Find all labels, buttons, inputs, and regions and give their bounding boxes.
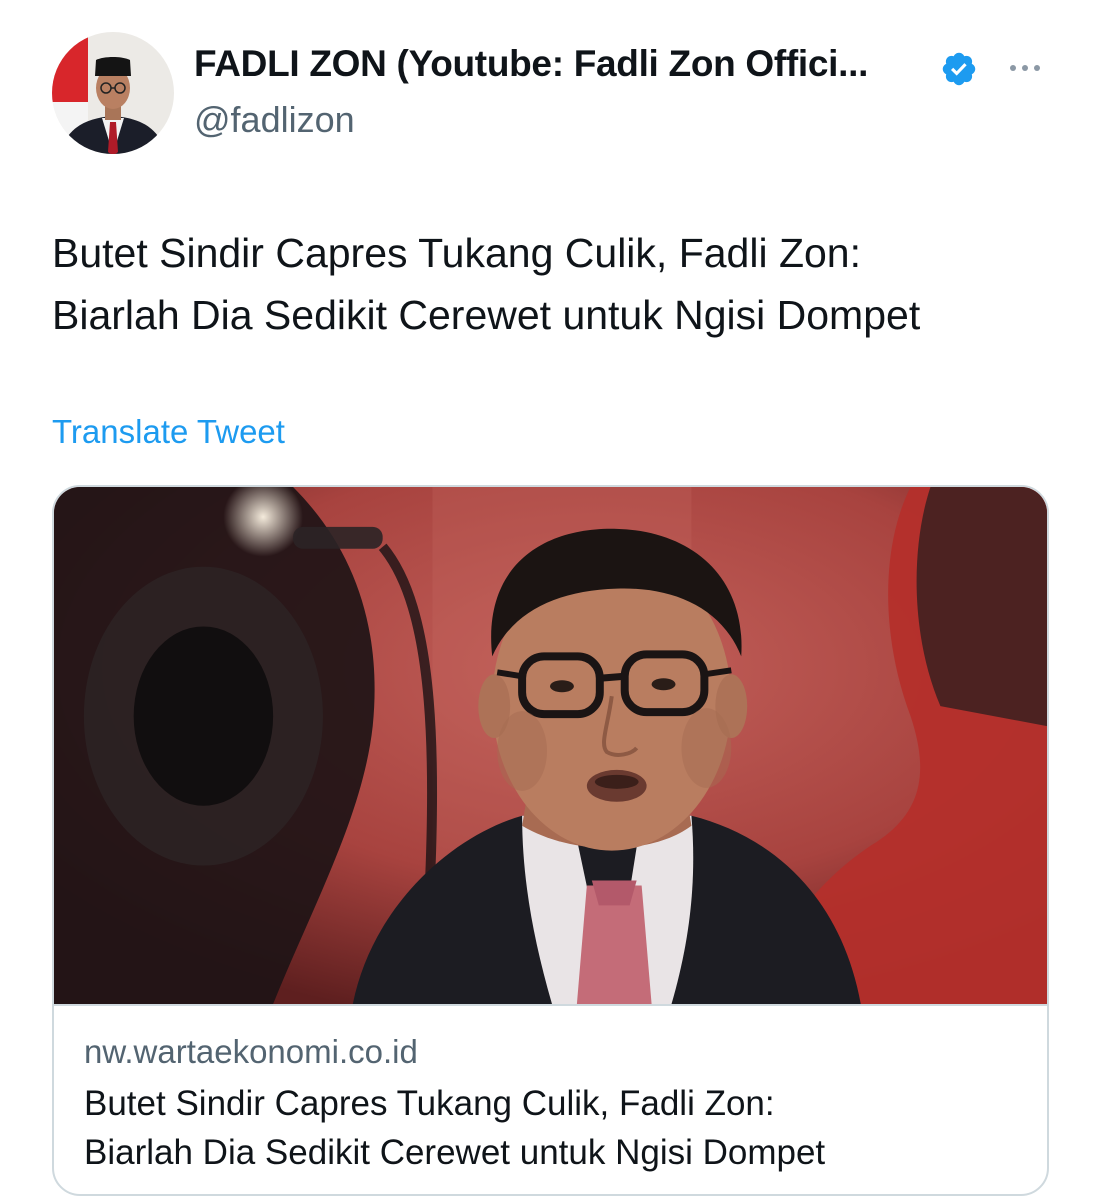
link-card-title: Butet Sindir Capres Tukang Culik, Fadli … xyxy=(84,1079,825,1177)
tweet-text-line: Biarlah Dia Sedikit Cerewet untuk Ngisi … xyxy=(52,292,921,338)
tweet-text-line: Butet Sindir Capres Tukang Culik, Fadli … xyxy=(52,230,861,276)
tweet-text: Butet Sindir Capres Tukang Culik, Fadli … xyxy=(52,222,1062,346)
avatar-photo xyxy=(52,32,174,154)
author-avatar[interactable] xyxy=(52,32,174,154)
verified-badge-icon xyxy=(940,50,978,88)
translate-tweet-link[interactable]: Translate Tweet xyxy=(52,413,285,451)
link-card-title-line: Butet Sindir Capres Tukang Culik, Fadli … xyxy=(84,1084,775,1123)
link-card-domain: nw.wartaekonomi.co.id xyxy=(84,1033,418,1070)
author-display-name[interactable]: FADLI ZON (Youtube: Fadli Zon Offici... xyxy=(194,43,868,85)
link-preview-image xyxy=(54,487,1047,1006)
more-options-icon xyxy=(1010,65,1040,71)
more-options-button[interactable] xyxy=(1000,50,1050,86)
link-card-title-line: Biarlah Dia Sedikit Cerewet untuk Ngisi … xyxy=(84,1133,826,1172)
author-handle[interactable]: @fadlizon xyxy=(194,99,355,141)
link-preview-card[interactable]: nw.wartaekonomi.co.id Butet Sindir Capre… xyxy=(52,485,1049,1196)
